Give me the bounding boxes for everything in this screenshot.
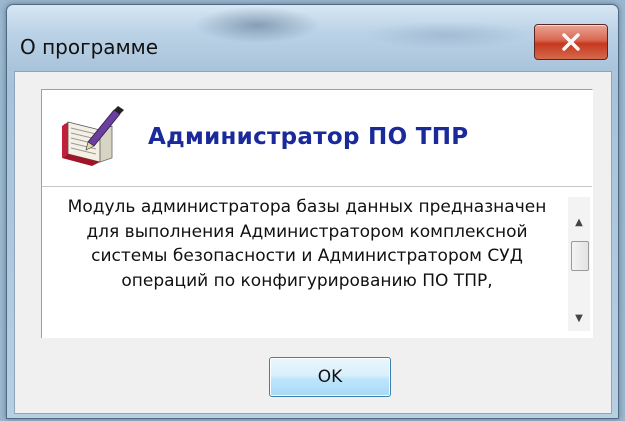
scroll-down-button[interactable]: ▼ [568, 307, 590, 329]
triangle-up-icon: ▲ [575, 216, 583, 228]
about-dialog: О программе Администратор ПО ТПР Модуль … [6, 4, 619, 419]
app-header: Администратор ПО ТПР [42, 90, 592, 187]
description-text: Модуль администратора базы данных предна… [67, 197, 547, 291]
window-title: О программе [20, 35, 159, 59]
triangle-down-icon: ▼ [575, 312, 583, 324]
title-bar[interactable]: О программе [7, 5, 618, 71]
ok-button[interactable]: OK [269, 357, 391, 397]
description-area[interactable]: Модуль администратора базы данных предна… [42, 187, 592, 337]
vertical-scrollbar[interactable]: ▲ ▼ [568, 197, 590, 331]
close-button[interactable] [534, 24, 608, 60]
notebook-pen-icon [58, 104, 124, 168]
app-name: Администратор ПО ТПР [148, 124, 469, 150]
scroll-thumb[interactable] [571, 241, 589, 271]
dialog-body: Администратор ПО ТПР Модуль администрато… [14, 71, 612, 414]
scroll-up-button[interactable]: ▲ [568, 211, 590, 233]
close-icon [561, 33, 581, 51]
info-panel: Администратор ПО ТПР Модуль администрато… [41, 89, 593, 338]
